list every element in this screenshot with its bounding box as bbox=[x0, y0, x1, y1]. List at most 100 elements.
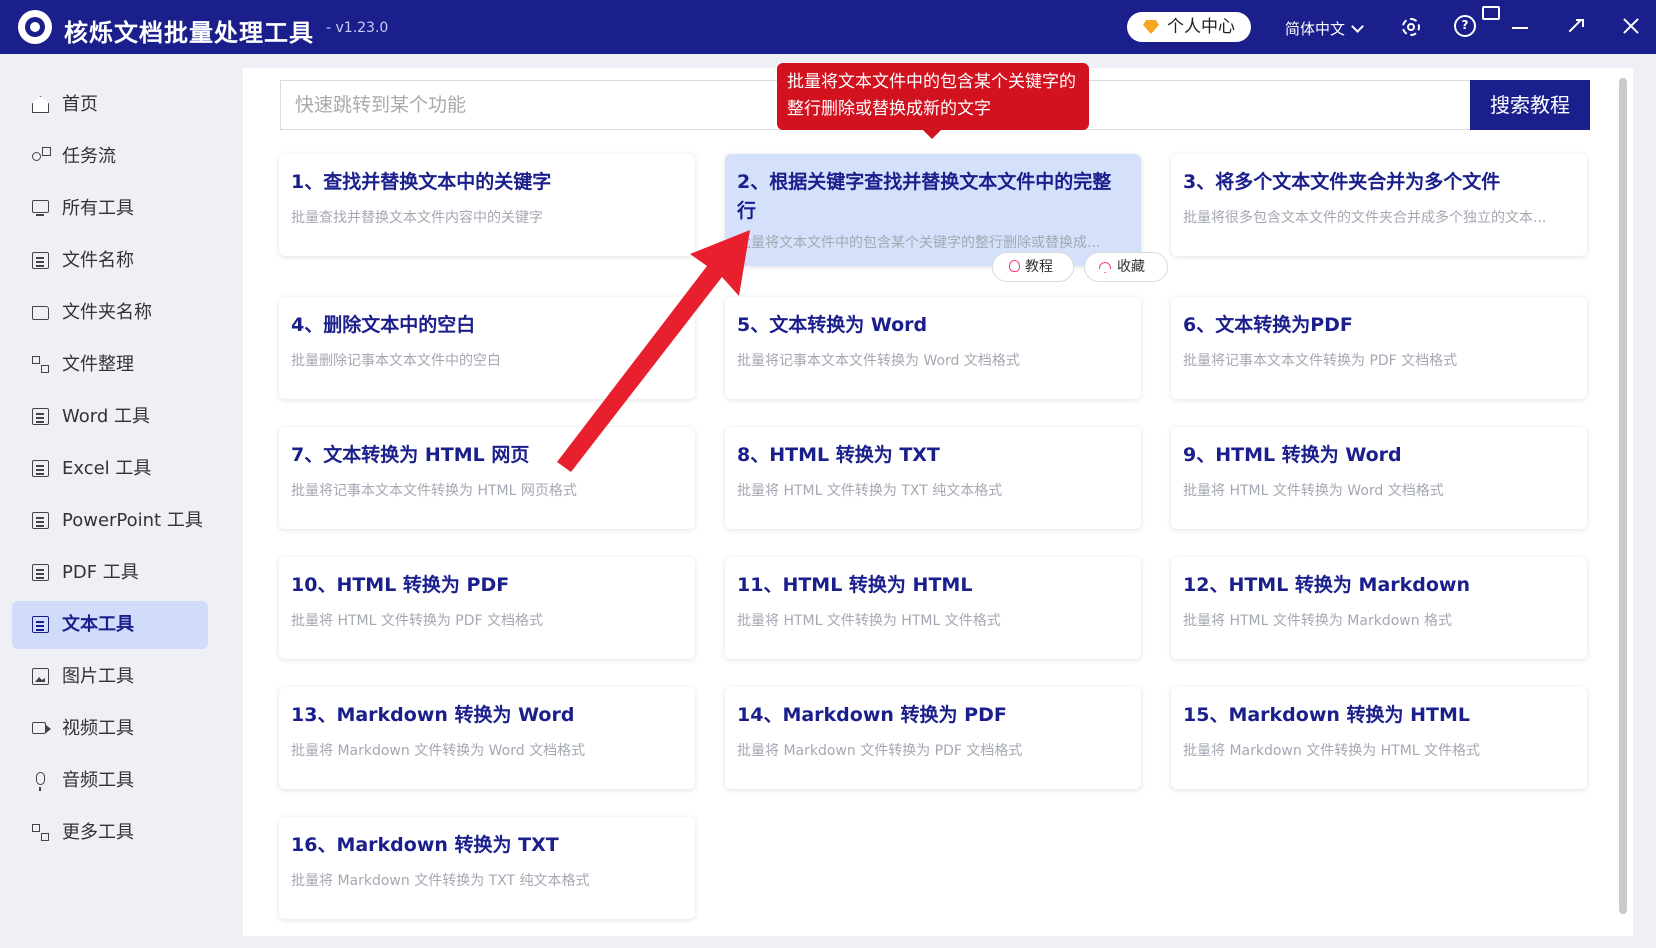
close-icon[interactable] bbox=[1620, 15, 1644, 39]
tool-card-15[interactable]: 15、Markdown 转换为 HTML 批量将 Markdown 文件转换为 … bbox=[1171, 687, 1587, 789]
card-desc: 批量将 HTML 文件转换为 Word 文档格式 bbox=[1183, 483, 1444, 499]
card-title: 13、Markdown 转换为 Word bbox=[291, 704, 575, 726]
card-desc: 批量将 HTML 文件转换为 PDF 文档格式 bbox=[291, 613, 544, 629]
chevron-down-icon bbox=[1351, 20, 1364, 33]
tool-card-2[interactable]: 2、根据关键字查找并替换文本文件中的完整行 批量将文本文件中的包含某个关键字的整… bbox=[725, 154, 1141, 266]
minimize-icon[interactable] bbox=[1510, 15, 1534, 39]
card-title: 16、Markdown 转换为 TXT bbox=[291, 834, 559, 856]
tool-card-4[interactable]: 4、删除文本中的空白 批量删除记事本文本文件中的空白 bbox=[279, 297, 695, 399]
monitor-icon bbox=[32, 200, 49, 216]
audio-icon bbox=[36, 772, 45, 791]
image-icon bbox=[32, 668, 49, 685]
sidebar-item-image[interactable]: 图片工具 bbox=[12, 653, 208, 701]
card-desc: 批量将文本文件中的包含某个关键字的整行删除或替换成... bbox=[737, 235, 1101, 251]
sidebar-item-label: 文件整理 bbox=[62, 354, 134, 375]
card-desc: 批量将 Markdown 文件转换为 PDF 文档格式 bbox=[737, 743, 1023, 759]
title-bar: 核烁文档批量处理工具 - v1.23.0 个人中心 简体中文 bbox=[0, 0, 1656, 54]
gear-icon[interactable] bbox=[1399, 15, 1423, 39]
tooltip-pointer bbox=[922, 129, 942, 139]
video-icon bbox=[32, 722, 51, 734]
grid-icon bbox=[32, 824, 49, 841]
language-label: 简体中文 bbox=[1285, 20, 1346, 38]
card-title: 8、HTML 转换为 TXT bbox=[737, 444, 940, 466]
sidebar-item-video[interactable]: 视频工具 bbox=[12, 705, 208, 753]
lightbulb-icon bbox=[1009, 260, 1020, 272]
app-version: - v1.23.0 bbox=[326, 20, 389, 36]
card-title: 6、文本转换为PDF bbox=[1183, 314, 1353, 336]
sidebar-item-file-organize[interactable]: 文件整理 bbox=[12, 341, 208, 389]
sidebar-item-folder-name[interactable]: 文件夹名称 bbox=[12, 289, 208, 337]
sidebar-item-label: PowerPoint 工具 bbox=[62, 510, 203, 531]
word-icon bbox=[32, 408, 49, 425]
sidebar-item-pdf[interactable]: PDF 工具 bbox=[12, 549, 208, 597]
card-title: 14、Markdown 转换为 PDF bbox=[737, 704, 1007, 726]
tool-card-6[interactable]: 6、文本转换为PDF 批量将记事本文本文件转换为 PDF 文档格式 bbox=[1171, 297, 1587, 399]
sidebar-item-all-tools[interactable]: 所有工具 bbox=[12, 185, 208, 233]
folder-icon bbox=[32, 306, 49, 320]
sidebar-item-more[interactable]: 更多工具 bbox=[12, 809, 208, 857]
app-logo-icon bbox=[18, 10, 52, 44]
sidebar-item-label: 文件夹名称 bbox=[62, 302, 152, 323]
sidebar-item-label: 任务流 bbox=[62, 146, 116, 167]
help-icon[interactable] bbox=[1454, 15, 1478, 39]
sidebar-item-label: 视频工具 bbox=[62, 718, 134, 739]
tutorial-button[interactable]: 教程 bbox=[992, 252, 1074, 282]
card-desc: 批量将记事本文本文件转换为 HTML 网页格式 bbox=[291, 483, 577, 499]
feedback-icon[interactable] bbox=[1482, 6, 1506, 30]
tool-card-9[interactable]: 9、HTML 转换为 Word 批量将 HTML 文件转换为 Word 文档格式 bbox=[1171, 427, 1587, 529]
sidebar-item-taskflow[interactable]: 任务流 bbox=[12, 133, 208, 181]
tool-card-16[interactable]: 16、Markdown 转换为 TXT 批量将 Markdown 文件转换为 T… bbox=[279, 817, 695, 919]
organize-icon bbox=[32, 356, 49, 373]
sidebar-item-file-name[interactable]: 文件名称 bbox=[12, 237, 208, 285]
tool-card-7[interactable]: 7、文本转换为 HTML 网页 批量将记事本文本文件转换为 HTML 网页格式 bbox=[279, 427, 695, 529]
card-desc: 批量将 Markdown 文件转换为 Word 文档格式 bbox=[291, 743, 586, 759]
sidebar-item-label: 更多工具 bbox=[62, 822, 134, 843]
sidebar-item-label: PDF 工具 bbox=[62, 562, 139, 583]
sidebar-item-text[interactable]: 文本工具 bbox=[12, 601, 208, 649]
card-tooltip: 批量将文本文件中的包含某个关键字的整行删除或替换成新的文字 bbox=[777, 63, 1089, 130]
sidebar: 首页 任务流 所有工具 文件名称 文件夹名称 文件整理 Word 工具 Exce… bbox=[0, 54, 228, 948]
maximize-icon[interactable] bbox=[1565, 15, 1589, 39]
sidebar-item-label: 图片工具 bbox=[62, 666, 134, 687]
card-title: 15、Markdown 转换为 HTML bbox=[1183, 704, 1471, 726]
pdf-icon bbox=[32, 564, 49, 581]
card-title: 4、删除文本中的空白 bbox=[291, 314, 476, 336]
sidebar-item-excel[interactable]: Excel 工具 bbox=[12, 445, 208, 493]
sidebar-item-label: 首页 bbox=[62, 94, 98, 115]
tool-card-12[interactable]: 12、HTML 转换为 Markdown 批量将 HTML 文件转换为 Mark… bbox=[1171, 557, 1587, 659]
card-title: 3、将多个文本文件夹合并为多个文件 bbox=[1183, 171, 1501, 193]
tool-card-14[interactable]: 14、Markdown 转换为 PDF 批量将 Markdown 文件转换为 P… bbox=[725, 687, 1141, 789]
search-tutorial-button[interactable]: 搜索教程 bbox=[1470, 80, 1590, 130]
card-title: 7、文本转换为 HTML 网页 bbox=[291, 444, 530, 466]
card-desc: 批量将记事本文本文件转换为 PDF 文档格式 bbox=[1183, 353, 1458, 369]
tool-card-13[interactable]: 13、Markdown 转换为 Word 批量将 Markdown 文件转换为 … bbox=[279, 687, 695, 789]
card-desc: 批量将 Markdown 文件转换为 TXT 纯文本格式 bbox=[291, 873, 590, 889]
favorite-button[interactable]: 收藏 bbox=[1084, 252, 1168, 282]
flow-icon bbox=[32, 147, 51, 161]
sidebar-item-label: 音频工具 bbox=[62, 770, 134, 791]
card-desc: 批量将 HTML 文件转换为 HTML 文件格式 bbox=[737, 613, 1001, 629]
tool-card-1[interactable]: 1、查找并替换文本中的关键字 批量查找并替换文本文件内容中的关键字 bbox=[279, 154, 695, 256]
tool-card-8[interactable]: 8、HTML 转换为 TXT 批量将 HTML 文件转换为 TXT 纯文本格式 bbox=[725, 427, 1141, 529]
card-title: 9、HTML 转换为 Word bbox=[1183, 444, 1402, 466]
tool-card-3[interactable]: 3、将多个文本文件夹合并为多个文件 批量将很多包含文本文件的文件夹合并成多个独立… bbox=[1171, 154, 1587, 256]
file-icon bbox=[32, 252, 49, 269]
tool-card-5[interactable]: 5、文本转换为 Word 批量将记事本文本文件转换为 Word 文档格式 bbox=[725, 297, 1141, 399]
excel-icon bbox=[32, 460, 49, 477]
sidebar-item-label: 文本工具 bbox=[62, 614, 134, 635]
sidebar-item-powerpoint[interactable]: PowerPoint 工具 bbox=[12, 497, 208, 545]
sidebar-item-word[interactable]: Word 工具 bbox=[12, 393, 208, 441]
tool-card-10[interactable]: 10、HTML 转换为 PDF 批量将 HTML 文件转换为 PDF 文档格式 bbox=[279, 557, 695, 659]
card-title: 2、根据关键字查找并替换文本文件中的完整行 bbox=[737, 171, 1112, 222]
sidebar-item-audio[interactable]: 音频工具 bbox=[12, 757, 208, 805]
scrollbar[interactable] bbox=[1619, 78, 1627, 914]
home-icon bbox=[32, 96, 49, 113]
language-selector[interactable]: 简体中文 bbox=[1285, 18, 1364, 39]
sidebar-item-label: 文件名称 bbox=[62, 250, 134, 271]
user-center-button[interactable]: 个人中心 bbox=[1127, 12, 1251, 42]
user-center-label: 个人中心 bbox=[1167, 17, 1235, 37]
tool-card-11[interactable]: 11、HTML 转换为 HTML 批量将 HTML 文件转换为 HTML 文件格… bbox=[725, 557, 1141, 659]
tutorial-label: 教程 bbox=[1025, 259, 1053, 275]
main-panel: 快速跳转到某个功能 搜索教程 1、查找并替换文本中的关键字 批量查找并替换文本文… bbox=[243, 68, 1633, 936]
sidebar-item-home[interactable]: 首页 bbox=[12, 81, 208, 129]
